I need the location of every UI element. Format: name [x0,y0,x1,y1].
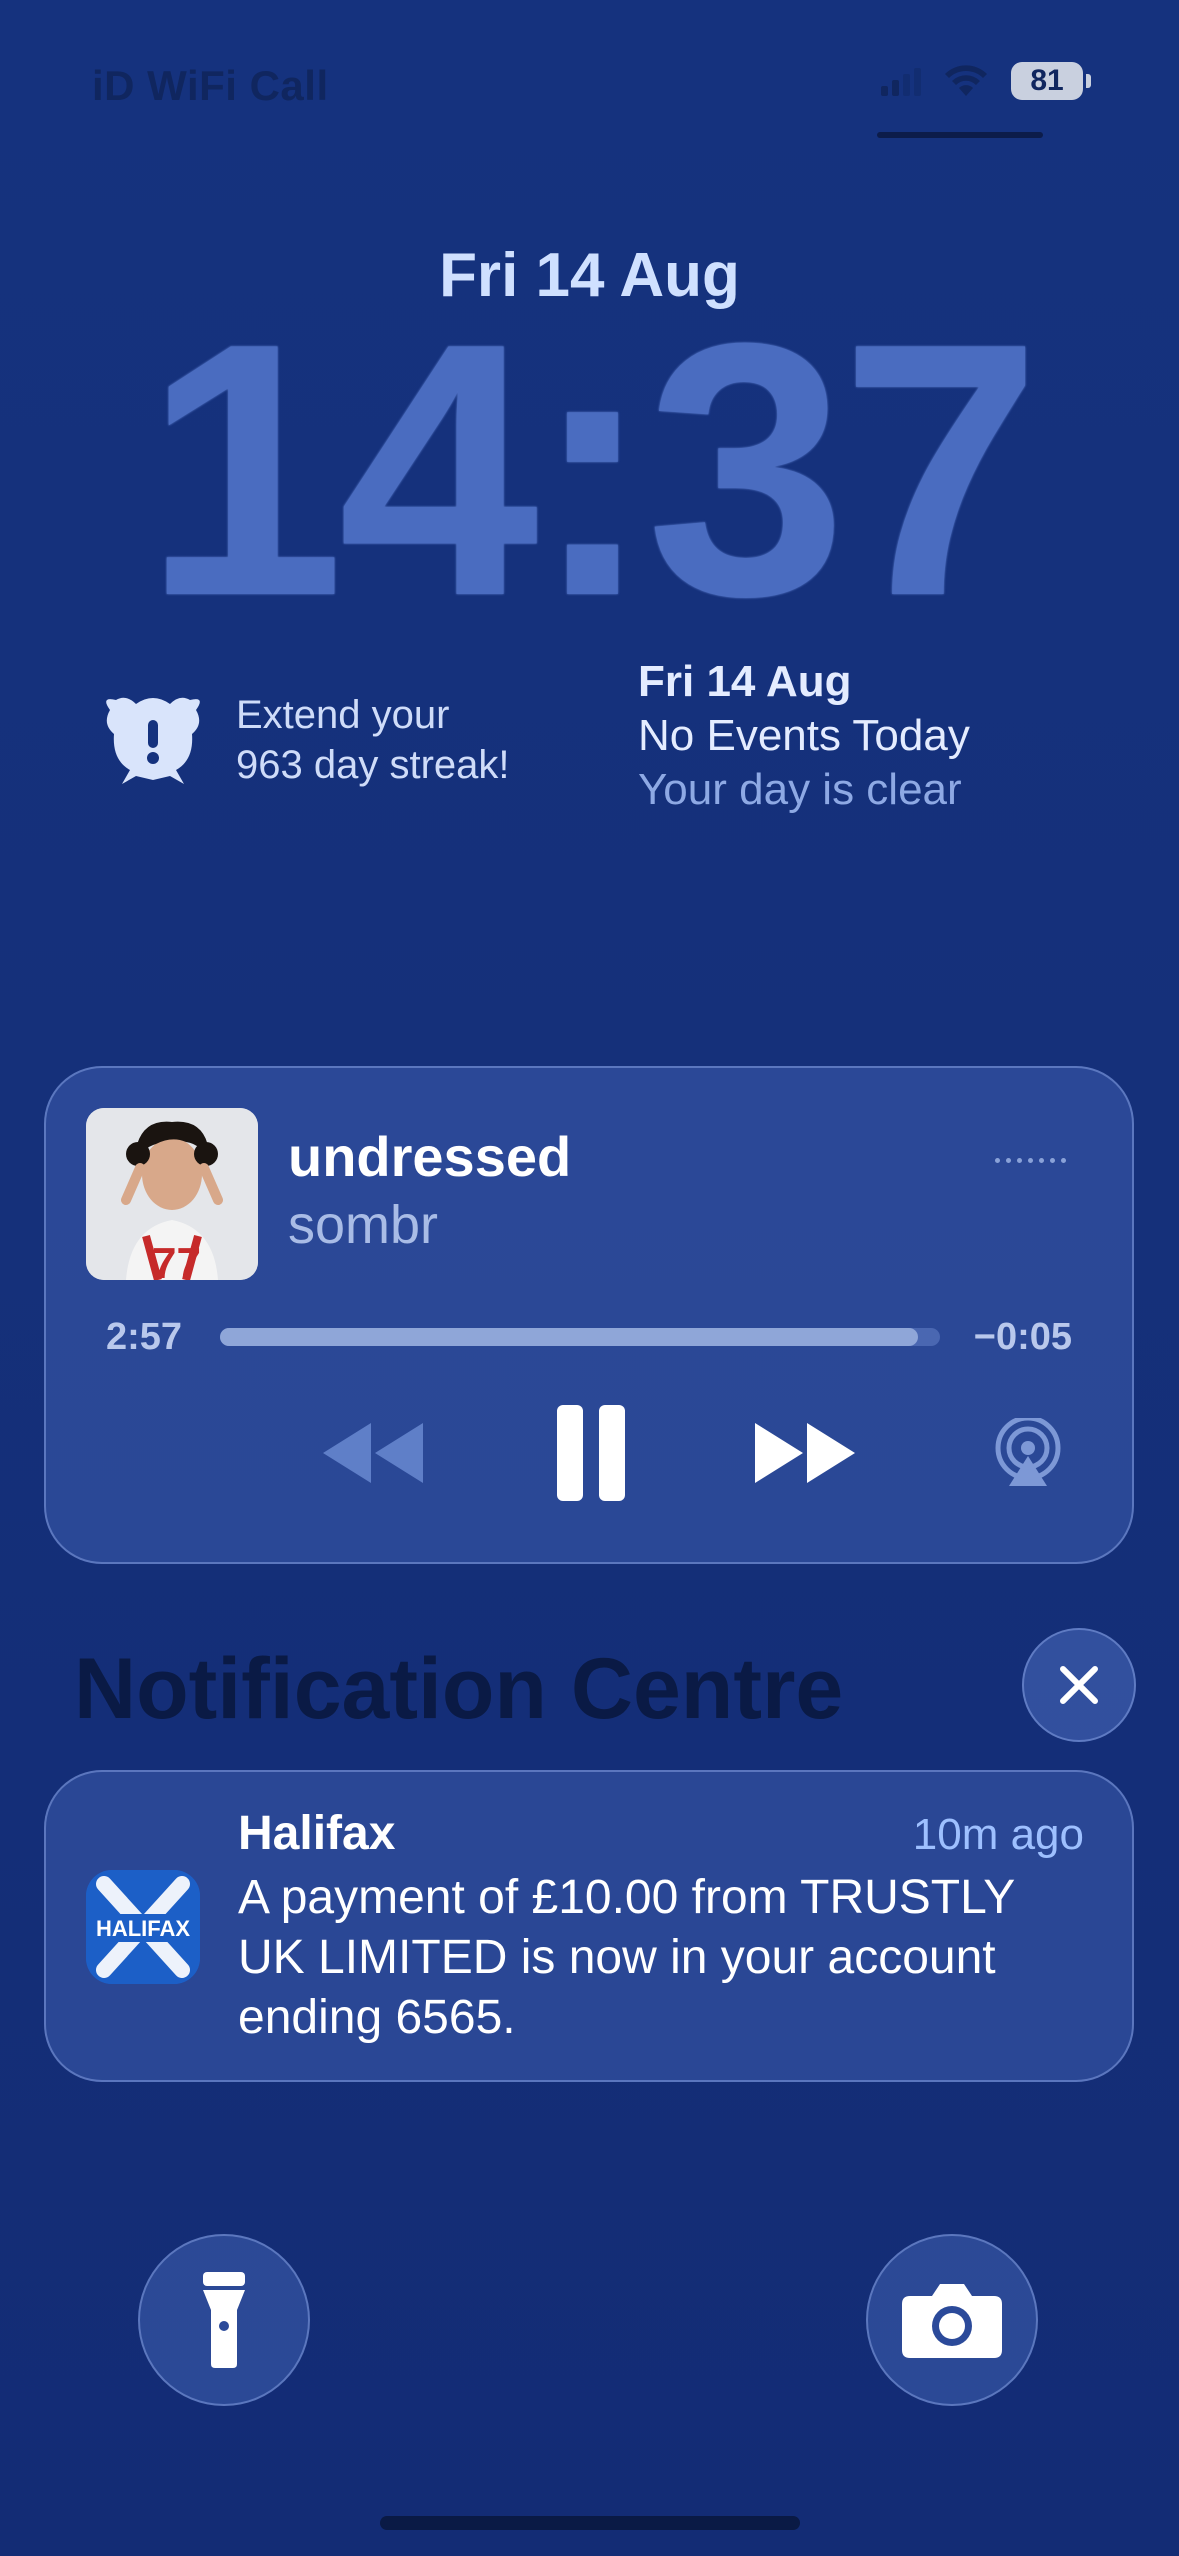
signal-icon [881,66,921,96]
lock-clock: 14:37 [144,269,1041,671]
calendar-subtitle: Your day is clear [638,765,962,814]
battery-indicator: 81 [1011,62,1091,100]
flashlight-button[interactable] [138,2234,310,2406]
carrier-label: iD WiFi Call [92,62,329,109]
camera-icon [902,2284,1002,2358]
halifax-app-icon: HALIFAX [86,1870,200,1984]
notification-centre-title: Notification Centre [74,1641,844,1737]
home-indicator[interactable] [380,2516,800,2530]
song-artist: sombr [288,1195,439,1255]
airplay-icon [995,1418,1061,1486]
rewind-icon [323,1423,423,1483]
status-icons: 81 [881,62,1091,100]
wifi-icon [945,65,987,96]
fast-forward-icon [755,1423,855,1483]
clear-notifications-button[interactable] [1022,1628,1136,1742]
rewind-button[interactable] [314,1398,434,1508]
streak-mascot-icon [106,697,200,784]
waveform-icon [995,1158,1066,1163]
flashlight-icon [203,2272,245,2368]
camera-button[interactable] [866,2234,1038,2406]
time-elapsed: 2:57 [106,1316,183,1358]
song-title: undressed [288,1125,572,1188]
streak-widget[interactable]: Extend your 963 day streak! [96,690,510,790]
time-remaining: −0:05 [973,1316,1072,1358]
close-icon [1060,1666,1098,1704]
streak-line-2: 963 day streak! [236,743,510,787]
notification-time: 10m ago [912,1810,1084,1859]
streak-line-1: Extend your [236,693,450,737]
lock-screen: iD WiFi Call 81 Fri 14 Aug 14:37 Extend … [0,0,1179,2556]
halifax-icon-label: HALIFAX [96,1916,190,1941]
airplay-button[interactable] [988,1398,1068,1508]
streak-text: Extend your 963 day streak! [236,690,510,790]
calendar-widget[interactable]: Fri 14 Aug No Events Today Your day is c… [638,655,970,817]
pause-icon [557,1405,625,1501]
calendar-events: No Events Today [638,711,970,760]
notification-body: A payment of £10.00 from TRUSTLY UK LIMI… [238,1871,1015,2044]
svg-text:77: 77 [152,1239,201,1280]
now-playing-card[interactable]: 77 undressed sombr 2:57 −0:05 [44,1066,1134,1564]
progress-fill [220,1328,919,1346]
notification-app-name: Halifax [238,1807,396,1860]
notification-card[interactable]: HALIFAX Halifax 10m ago A payment of £10… [44,1770,1134,2082]
pause-button[interactable] [541,1398,641,1508]
album-art[interactable]: 77 [86,1108,258,1280]
progress-scrubber[interactable] [220,1328,940,1346]
calendar-date: Fri 14 Aug [638,657,852,706]
fast-forward-button[interactable] [744,1398,864,1508]
status-underline [877,132,1043,138]
